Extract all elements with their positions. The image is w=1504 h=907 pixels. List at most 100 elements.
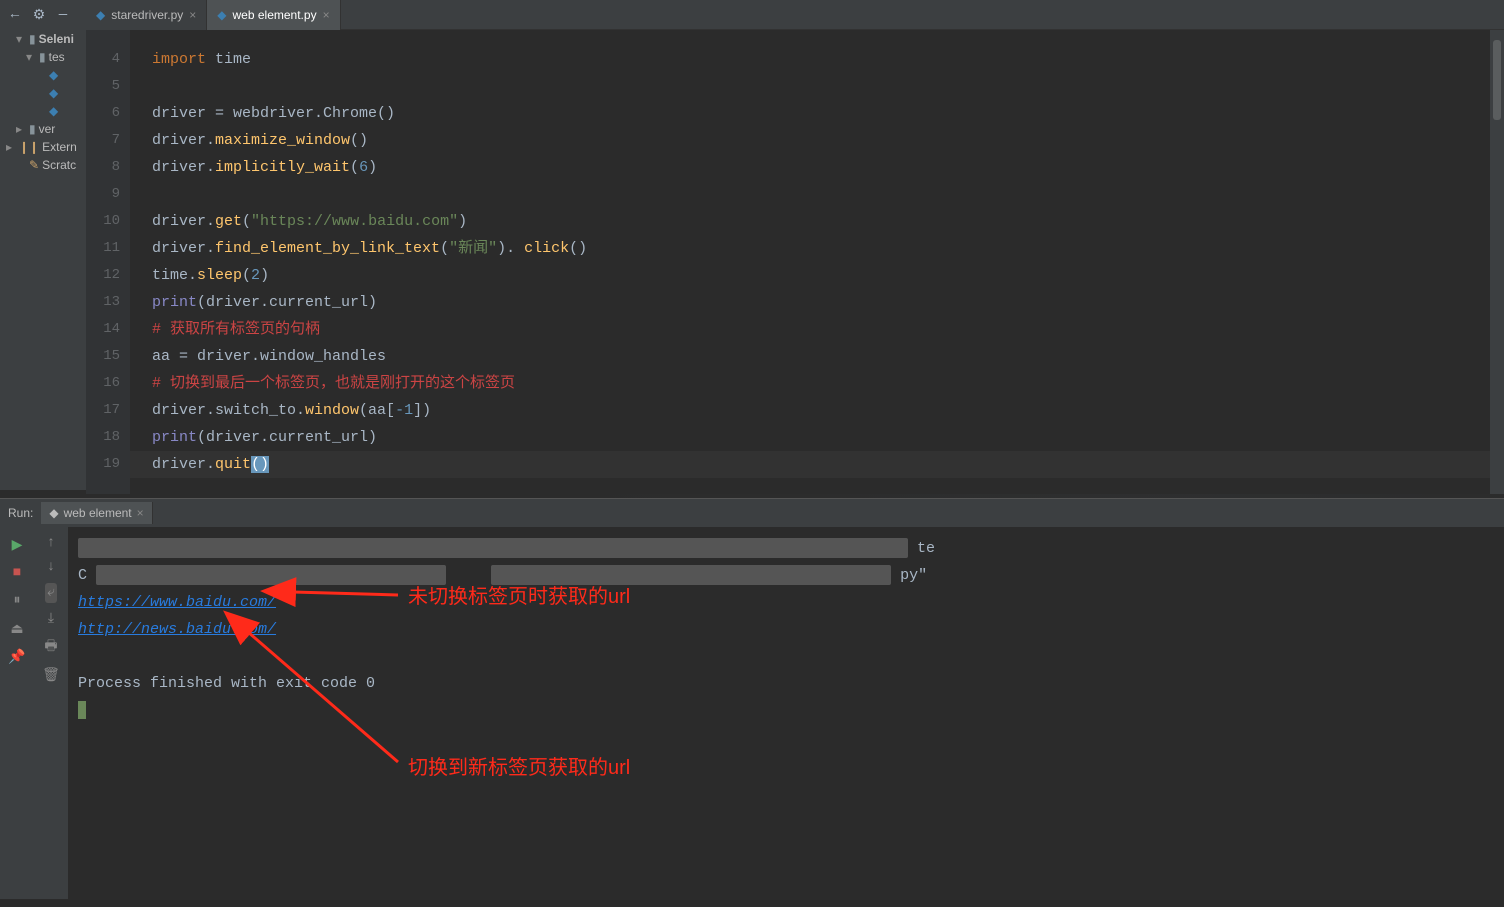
tab-label: staredriver.py [111, 8, 183, 22]
library-icon: ❙❙ [19, 140, 39, 154]
console-line: https://www.baidu.com/ [78, 589, 1494, 616]
tree-item-label: tes [49, 50, 65, 64]
line-number: 10 [86, 208, 130, 235]
line-number: 9 [86, 181, 130, 208]
console-line: te [78, 535, 1494, 562]
annotation-label-2: 切换到新标签页获取的url [408, 755, 630, 782]
console-output[interactable]: te C py" https://www.baidu.com/ http://n… [68, 527, 1504, 899]
python-file-icon: ◆ [49, 104, 58, 118]
run-panel-header: Run: ◆ web element × [0, 499, 1504, 527]
scroll-to-end-icon[interactable]: ⤓ [48, 611, 54, 627]
code-line[interactable]: time.sleep(2) [130, 262, 1504, 289]
close-icon[interactable]: × [323, 8, 330, 22]
close-icon[interactable]: × [189, 8, 196, 22]
tree-arrow-icon: ▸ [6, 140, 16, 154]
python-icon: ◆ [96, 8, 105, 22]
code-line[interactable]: driver.maximize_window() [130, 127, 1504, 154]
code-line[interactable]: driver = webdriver.Chrome() [130, 100, 1504, 127]
tree-arrow-icon: ▸ [16, 122, 26, 136]
console-line: C py" [78, 562, 1494, 589]
code-line[interactable]: driver.quit() [130, 451, 1504, 478]
line-number: 7 [86, 127, 130, 154]
tree-item[interactable]: ▸▮ver [0, 120, 86, 138]
annotation-label-1: 未切换标签页时获取的url [408, 584, 630, 611]
folder-icon: ▮ [29, 122, 36, 136]
console-line: http://news.baidu.com/ [78, 616, 1494, 643]
line-number: 15 [86, 343, 130, 370]
code-line[interactable]: driver.switch_to.window(aa[-1]) [130, 397, 1504, 424]
pin-icon[interactable]: 📌 [7, 647, 27, 667]
tree-item-label: Extern [42, 140, 77, 154]
code-area[interactable]: import time driver = webdriver.Chrome()d… [130, 30, 1504, 494]
nav-toolbar: ← ⚙ — [0, 0, 86, 30]
line-number: 18 [86, 424, 130, 451]
code-line[interactable]: print(driver.current_url) [130, 424, 1504, 451]
run-tool-column-1: ▶ ■ ⏸ ⏏ 📌 [0, 527, 34, 899]
line-number: 19 [86, 451, 130, 478]
editor-tab[interactable]: ◆web element.py× [207, 0, 340, 30]
project-tree[interactable]: ▾▮Seleni▾▮tes◆◆◆▸▮ver▸❙❙Extern✎Scratc [0, 30, 86, 490]
run-tool-column-2: ↑ ↓ ⤶ ⤓ 🖶 🗑 [34, 527, 68, 899]
run-icon[interactable]: ▶ [7, 535, 27, 555]
code-line[interactable] [130, 181, 1504, 208]
console-link[interactable]: http://news.baidu.com/ [78, 621, 276, 638]
console-text: C [78, 567, 87, 584]
folder-icon: ▮ [29, 32, 36, 46]
exit-icon[interactable]: ⏏ [7, 619, 27, 639]
code-line[interactable]: # 切换到最后一个标签页，也就是刚打开的这个标签页 [130, 370, 1504, 397]
close-icon[interactable]: × [137, 506, 144, 520]
run-body: ▶ ■ ⏸ ⏏ 📌 ↑ ↓ ⤶ ⤓ 🖶 🗑 te C py" [0, 527, 1504, 899]
stop-icon[interactable]: ■ [7, 563, 27, 583]
editor-scrollbar[interactable] [1490, 30, 1504, 494]
tree-item[interactable]: ◆ [0, 102, 86, 120]
code-line[interactable]: # 获取所有标签页的句柄 [130, 316, 1504, 343]
tree-item[interactable]: ▾▮Seleni [0, 30, 86, 48]
line-number: 4 [86, 46, 130, 73]
tree-item[interactable]: ◆ [0, 66, 86, 84]
tree-item[interactable]: ✎Scratc [0, 156, 86, 174]
trash-icon[interactable]: 🗑 [42, 667, 60, 684]
python-icon: ◆ [217, 8, 226, 22]
redacted-text [78, 538, 908, 558]
line-number: 14 [86, 316, 130, 343]
tree-arrow-icon: ▾ [26, 50, 36, 64]
code-line[interactable]: driver.implicitly_wait(6) [130, 154, 1504, 181]
line-number: 6 [86, 100, 130, 127]
run-panel: Run: ◆ web element × ▶ ■ ⏸ ⏏ 📌 ↑ ↓ ⤶ ⤓ 🖶… [0, 498, 1504, 899]
python-icon: ◆ [49, 506, 58, 520]
line-number: 16 [86, 370, 130, 397]
line-number: 13 [86, 289, 130, 316]
up-arrow-icon[interactable]: ↑ [47, 535, 55, 551]
scrollbar-thumb[interactable] [1493, 40, 1501, 120]
code-line[interactable]: driver.find_element_by_link_text("新闻"). … [130, 235, 1504, 262]
run-tab[interactable]: ◆ web element × [41, 502, 152, 524]
tree-item[interactable]: ▾▮tes [0, 48, 86, 66]
editor-tab[interactable]: ◆ staredriver.py × [86, 0, 207, 30]
line-number: 5 [86, 73, 130, 100]
settings-icon[interactable]: ⚙ [30, 6, 48, 24]
code-line[interactable] [130, 73, 1504, 100]
collapse-icon[interactable]: — [54, 6, 72, 24]
redacted-text [491, 565, 891, 585]
code-line[interactable]: driver.get("https://www.baidu.com") [130, 208, 1504, 235]
tree-item-label: ver [39, 122, 56, 136]
tree-item[interactable]: ◆ [0, 84, 86, 102]
back-icon[interactable]: ← [6, 6, 24, 24]
code-line[interactable]: aa = driver.window_handles [130, 343, 1504, 370]
tree-item[interactable]: ▸❙❙Extern [0, 138, 86, 156]
console-line [78, 643, 1494, 670]
code-editor[interactable]: 45678910111213141516171819 import time d… [86, 30, 1504, 494]
wrap-icon[interactable]: ⤶ [45, 583, 57, 603]
line-number: 11 [86, 235, 130, 262]
print-icon[interactable]: 🖶 [44, 635, 57, 659]
down-arrow-icon[interactable]: ↓ [47, 559, 55, 575]
pause-icon[interactable]: ⏸ [7, 591, 27, 611]
console-caret-line [78, 697, 1494, 724]
scratch-icon: ✎ [29, 158, 39, 172]
code-line[interactable]: print(driver.current_url) [130, 289, 1504, 316]
line-gutter: 45678910111213141516171819 [86, 30, 130, 494]
run-tab-label: web element [64, 506, 132, 520]
code-line[interactable]: import time [130, 46, 1504, 73]
console-link[interactable]: https://www.baidu.com/ [78, 594, 276, 611]
run-label: Run: [8, 506, 33, 520]
